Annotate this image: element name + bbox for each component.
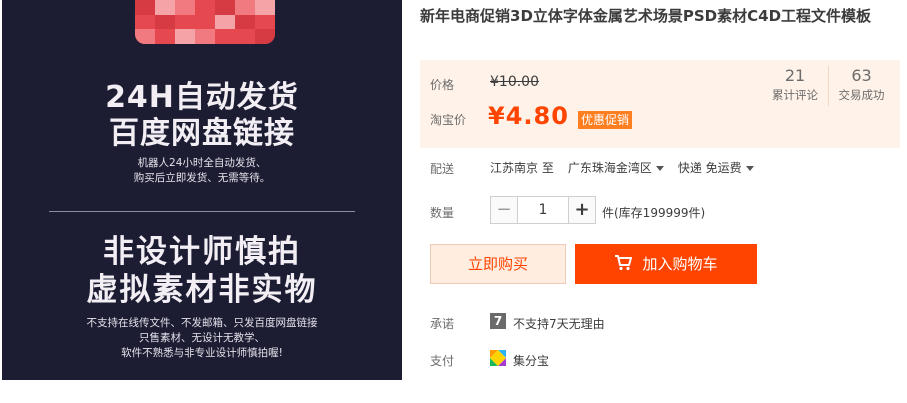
deal-label: 交易成功 [838,88,885,102]
image-note: 只售素材、无设计无教学、 [139,332,265,344]
shipping-method-select[interactable]: 快递 免运费 [678,161,754,175]
review-stat[interactable]: 21 累计评论 [762,66,828,106]
image-divider [49,211,355,212]
quantity-stepper: − + [490,196,596,224]
promise-label: 承诺 [430,317,455,331]
price-label: 价格 [430,78,455,92]
promise-text[interactable]: 不支持7天无理由 [513,315,605,332]
add-to-cart-button[interactable]: 加入购物车 [575,244,757,284]
quantity-input[interactable] [518,196,568,224]
image-note: 不支持在线传文件、不发邮箱、只发百度网盘链接 [86,317,318,329]
quantity-minus-button[interactable]: − [490,196,518,224]
deal-count: 63 [851,66,872,85]
shipping-from: 江苏南京 至 [490,161,554,175]
image-heading-virtual: 虚拟素材非实物 [86,272,318,308]
promo-badge[interactable]: 优惠促销 [578,111,633,129]
shipping-label: 配送 [430,162,455,176]
quantity-label: 数量 [430,206,455,220]
chevron-down-icon [655,166,664,171]
quantity-plus-button[interactable]: + [568,196,596,224]
add-to-cart-label: 加入购物车 [642,255,718,273]
stock-text: 件(库存199999件) [602,206,706,220]
payment-label: 支付 [430,354,455,368]
censored-logo [135,0,275,44]
image-heading-warning: 非设计师慎拍 [103,234,301,270]
promo-price: ¥4.80 [488,102,569,130]
promo-price-label: 淘宝价 [430,113,467,127]
no-7-day-return-icon: 7 [490,313,506,329]
shipping-destination-select[interactable]: 广东珠海金湾区 [568,161,664,175]
sales-stats: 21 累计评论 63 交易成功 [762,66,894,106]
review-count: 21 [784,66,806,85]
image-subtext: 购买后立即发货、无需等待。 [133,172,271,184]
product-title: 新年电商促销3D立体字体金属艺术场景PSD素材C4D工程文件模板 [420,7,872,25]
chevron-down-icon [745,166,754,171]
buy-now-button[interactable]: 立即购买 [430,244,566,284]
image-subtext: 机器人24小时全自动发货、 [137,157,267,169]
review-label: 累计评论 [772,88,818,102]
shipping-info: 江苏南京 至广东珠海金湾区 快递 免运费 [490,159,754,176]
image-heading-baidu: 百度网盘链接 [109,116,295,151]
price-panel: 价格 ¥10.00 淘宝价 ¥4.80 优惠促销 21 累计评论 63 交易成功 [420,60,900,148]
cart-icon [615,255,633,271]
original-price: ¥10.00 [490,74,539,90]
payment-method: 集分宝 [513,354,550,368]
jifenbao-icon [490,350,506,366]
image-heading-delivery: 24H自动发货 [105,80,299,115]
image-note: 软件不熟悉与非专业设计师慎拍喔! [121,347,283,359]
deal-stat: 63 交易成功 [828,66,894,106]
product-image: 24H自动发货 百度网盘链接 机器人24小时全自动发货、 购买后立即发货、无需等… [2,0,402,380]
